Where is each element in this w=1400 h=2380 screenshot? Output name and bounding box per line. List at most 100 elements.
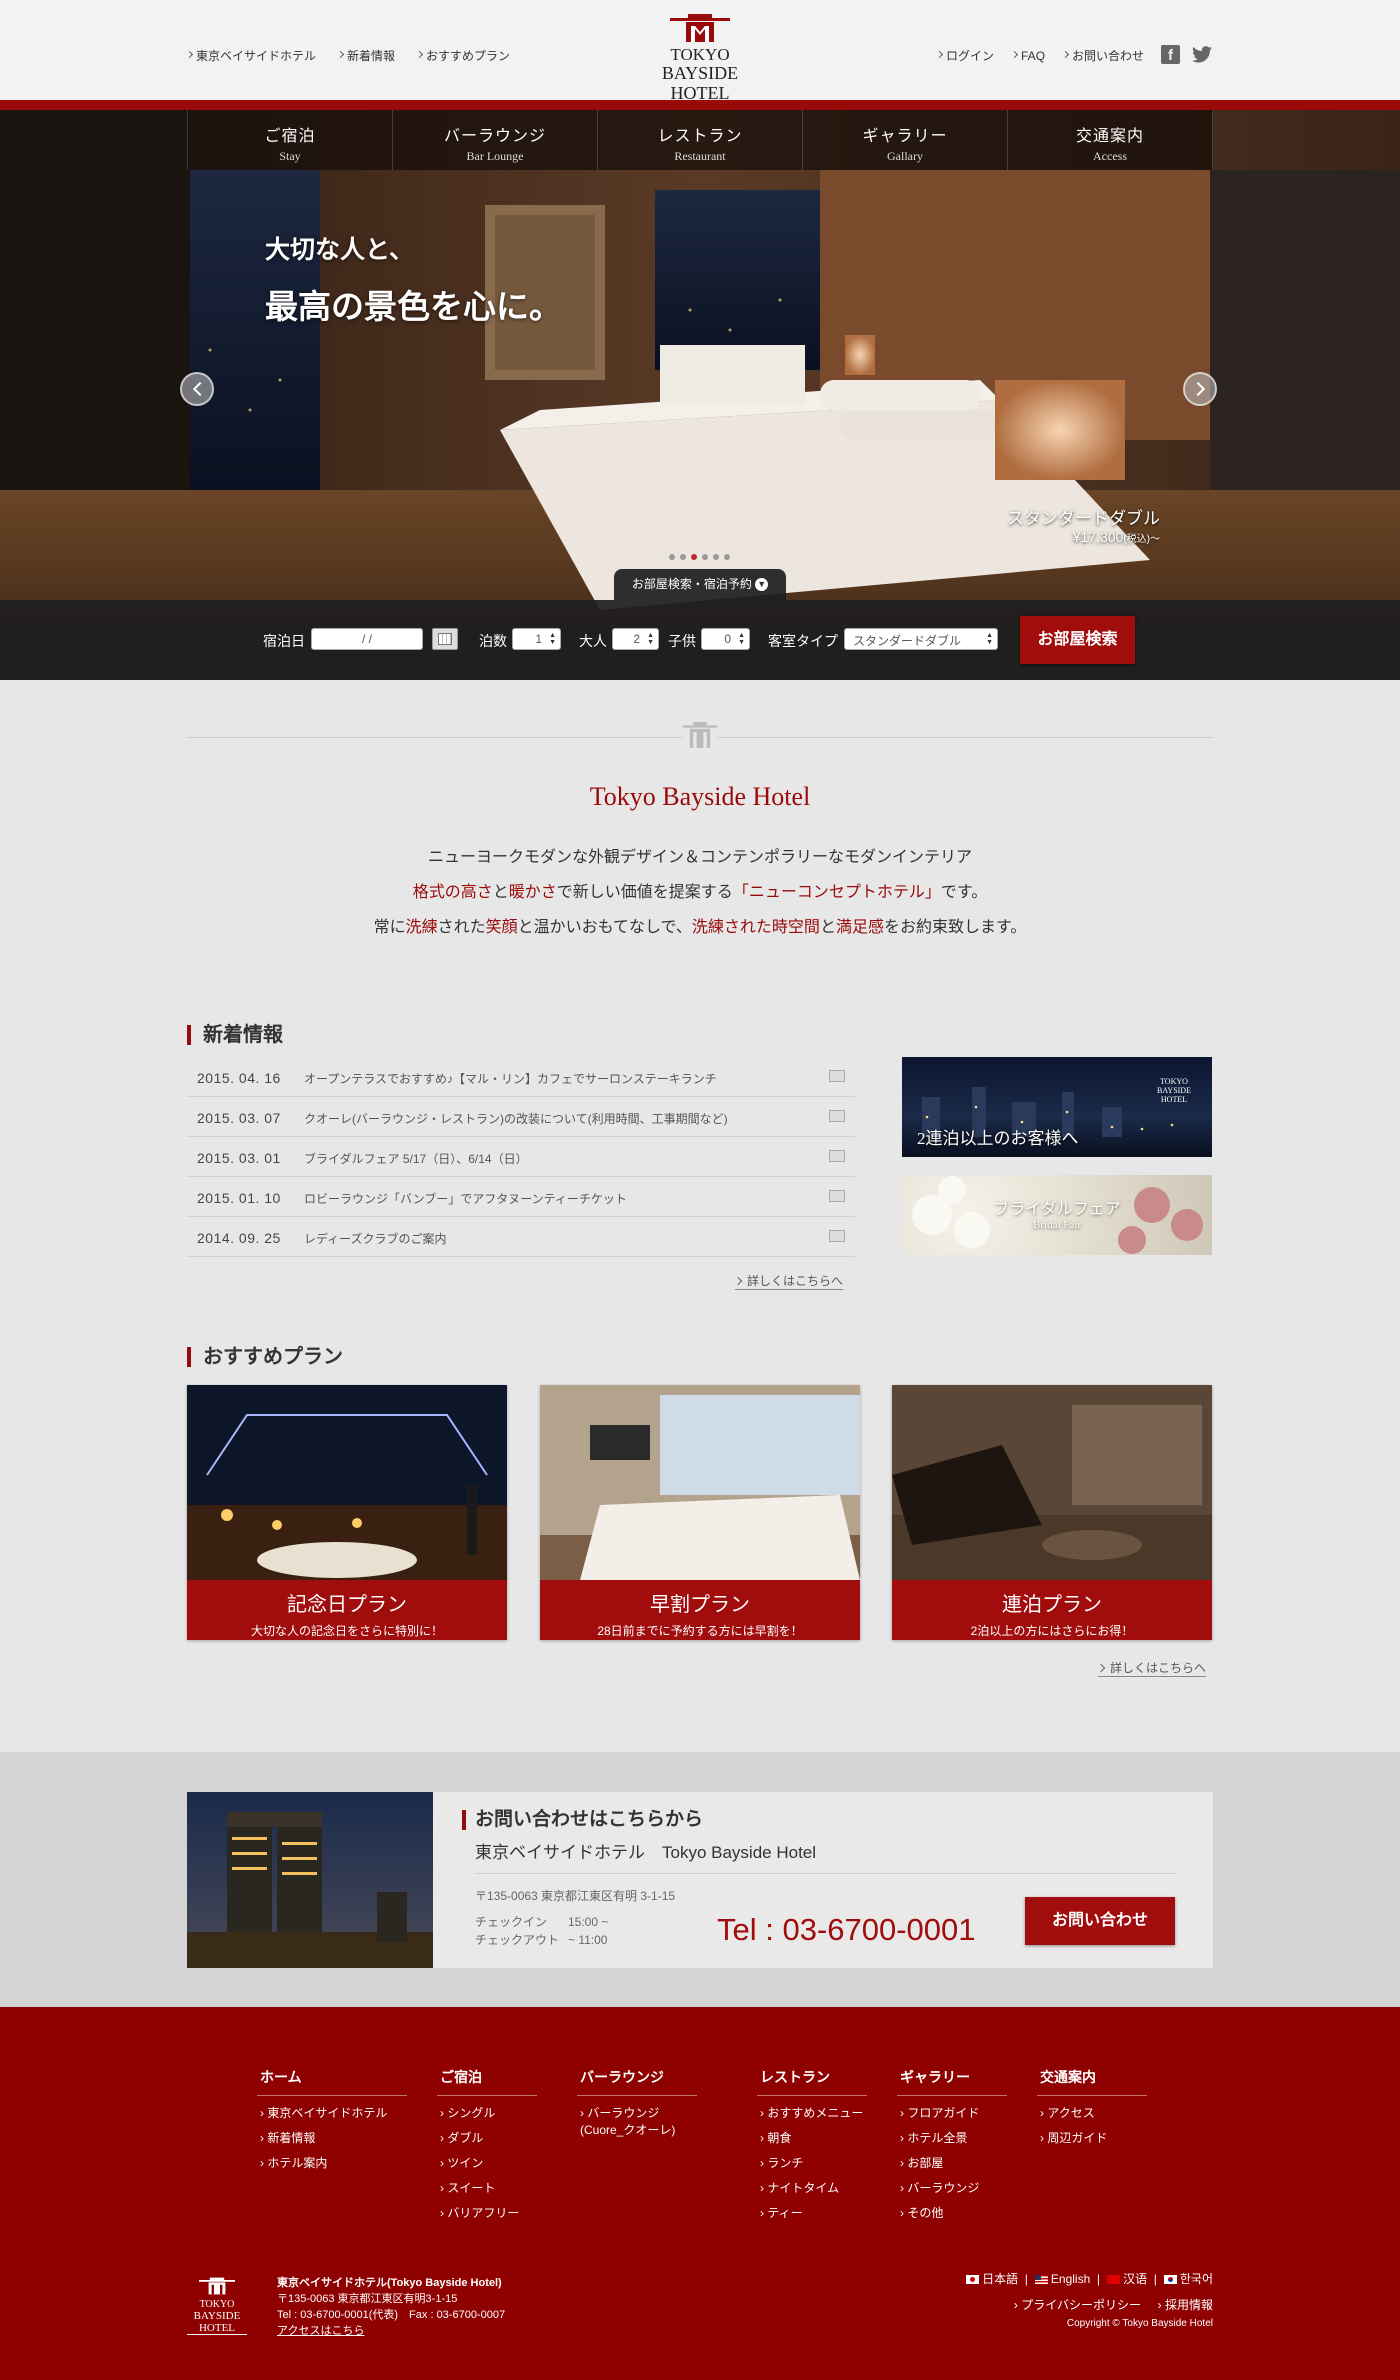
footer-col-heading[interactable]: ギャラリー [897, 2067, 1007, 2096]
footer-link[interactable]: その他 [897, 2204, 1007, 2221]
contact-phone[interactable]: Tel : 03-6700-0001 [717, 1912, 976, 1948]
footer-link[interactable]: バリアフリー [437, 2204, 537, 2221]
gnav-stay[interactable]: ご宿泊 Stay [187, 110, 392, 170]
footer-link[interactable]: 朝食 [757, 2129, 867, 2146]
lang-en[interactable]: English [1034, 2272, 1090, 2286]
gnav-gallery[interactable]: ギャラリー Gallary [802, 110, 1007, 170]
footer-link[interactable]: シングル [437, 2104, 537, 2121]
footer-col-heading[interactable]: 交通案内 [1037, 2067, 1147, 2096]
footer-link[interactable]: ホテル全景 [897, 2129, 1007, 2146]
slider-dot[interactable] [724, 554, 730, 560]
slider-dot[interactable] [713, 554, 719, 560]
adult-value: 2 [633, 632, 640, 646]
footer-col-heading[interactable]: レストラン [757, 2067, 867, 2096]
room-type-select[interactable]: スタンダードダブル ▲ ▼ [844, 628, 998, 650]
long-stay-plan-image [892, 1385, 1212, 1580]
footer-col-heading[interactable]: ホーム [257, 2067, 407, 2096]
plan-card-early-bird[interactable]: 早割プラン 28日前までに予約する方には早割を！ [540, 1385, 860, 1640]
gnav-bar-lounge[interactable]: バーラウンジ Bar Lounge [392, 110, 597, 170]
gnav-restaurant[interactable]: レストラン Restaurant [597, 110, 802, 170]
news-item[interactable]: 2014. 09. 25 レディーズクラブのご案内 [187, 1217, 855, 1257]
footer-link[interactable]: スイート [437, 2179, 537, 2196]
checkout-time: ~ 11:00 [568, 1933, 608, 1947]
nights-value: 1 [535, 632, 542, 646]
stepper-icon: ▲ ▼ [986, 632, 993, 646]
footer-link[interactable]: バーラウンジ [897, 2179, 1007, 2196]
footer-link[interactable]: 東京ベイサイドホテル [257, 2104, 407, 2121]
facebook-icon[interactable]: f [1161, 45, 1180, 64]
child-select[interactable]: 0 ▲ ▼ [701, 628, 750, 650]
search-tab[interactable]: お部屋検索・宿泊予約 ▼ [614, 569, 786, 600]
bridal-fair-banner[interactable]: ブライダルフェア Bridal Fair [902, 1175, 1212, 1255]
header-link-hotel[interactable]: 東京ベイサイドホテル [185, 47, 316, 64]
adult-select[interactable]: 2 ▲ ▼ [612, 628, 659, 650]
room-type-value: スタンダードダブル [853, 634, 962, 648]
slider-prev-button[interactable] [180, 372, 214, 406]
header-accent-bar [0, 100, 1400, 110]
footer-link[interactable]: ランチ [757, 2154, 867, 2171]
faq-link[interactable]: FAQ [1010, 47, 1045, 64]
room-search-button[interactable]: お部屋検索 [1020, 616, 1135, 664]
window-icon [829, 1150, 845, 1162]
lang-ja[interactable]: 日本語 [965, 2272, 1018, 2286]
copyright: Copyright © Tokyo Bayside Hotel [1066, 2318, 1213, 2329]
calendar-icon[interactable] [432, 628, 458, 650]
news-item[interactable]: 2015. 03. 01 ブライダルフェア 5/17（日）、6/14（日） [187, 1137, 855, 1177]
slider-dot[interactable] [691, 554, 697, 560]
contact-button[interactable]: お問い合わせ [1025, 1897, 1175, 1945]
site-header: 東京ベイサイドホテル 新着情報 おすすめプラン TOKYO BAYSIDE HO… [0, 0, 1400, 107]
news-more-link[interactable]: 詳しくはこちらへ [733, 1272, 844, 1290]
header-link-plans[interactable]: おすすめプラン [415, 47, 510, 64]
gnav-access[interactable]: 交通案内 Access [1007, 110, 1213, 170]
lang-ko[interactable]: 한국어 [1163, 2272, 1213, 2286]
long-stay-banner[interactable]: TOKYO BAYSIDE HOTEL 2連泊以上のお客様へ [902, 1057, 1212, 1157]
footer-link[interactable]: 新着情報 [257, 2129, 407, 2146]
footer-logo[interactable]: TOKYO BAYSIDE HOTEL [187, 2277, 247, 2335]
footer-link[interactable]: お部屋 [897, 2154, 1007, 2171]
footer-link[interactable]: バーラウンジ (Cuore_クオーレ) [577, 2104, 697, 2138]
footer-col-heading[interactable]: バーラウンジ [577, 2067, 697, 2096]
gnav-label-ja: 交通案内 [1075, 128, 1144, 145]
footer-link[interactable]: 周辺ガイド [1037, 2129, 1147, 2146]
footer-link[interactable]: ナイトタイム [757, 2179, 867, 2196]
news-item[interactable]: 2015. 04. 16 オープンテラスでおすすめ♪【マル・リン】カフェでサーロン… [187, 1057, 855, 1097]
footer-col-heading[interactable]: ご宿泊 [437, 2067, 537, 2096]
footer-link[interactable]: フロアガイド [897, 2104, 1007, 2121]
footer-link[interactable]: アクセス [1037, 2104, 1147, 2121]
twitter-icon[interactable] [1192, 46, 1212, 63]
news-title: ブライダルフェア 5/17（日）、6/14（日） [304, 1152, 528, 1166]
login-link[interactable]: ログイン [935, 47, 994, 64]
footer-link[interactable]: おすすめメニュー [757, 2104, 867, 2121]
hero-room-name: スタンダードダブル [1007, 509, 1160, 528]
lang-zh[interactable]: 汉语 [1106, 2272, 1148, 2286]
footer-link[interactable]: ダブル [437, 2129, 537, 2146]
slider-dot[interactable] [669, 554, 675, 560]
contact-link[interactable]: お問い合わせ [1061, 47, 1144, 64]
plans-more-label: 詳しくはこちらへ [1110, 1661, 1207, 1675]
lang-label: 汉语 [1123, 2272, 1148, 2286]
header-link-news[interactable]: 新着情報 [336, 47, 395, 64]
news-item[interactable]: 2015. 03. 07 クオーレ(バーラウンジ・レストラン)の改装について(利用… [187, 1097, 855, 1137]
bridal-banner-text: ブライダルフェア Bridal Fair [902, 1195, 1212, 1231]
footer-link[interactable]: ツイン [437, 2154, 537, 2171]
privacy-policy-link[interactable]: › プライバシーポリシー [1014, 2298, 1141, 2312]
language-switcher: 日本語 | English | 汉语 | 한국어 [940, 2270, 1213, 2287]
plan-card-anniversary[interactable]: 記念日プラン 大切な人の記念日をさらに特別に！ [187, 1385, 507, 1640]
flag-jp-icon [965, 2275, 979, 2285]
slider-next-button[interactable] [1183, 372, 1217, 406]
plan-desc: 大切な人の記念日をさらに特別に！ [250, 1624, 443, 1638]
footer-link[interactable]: ホテル案内 [257, 2154, 407, 2171]
nights-select[interactable]: 1 ▲ ▼ [512, 628, 561, 650]
slider-dot[interactable] [702, 554, 708, 560]
footer-access-link[interactable]: アクセスはこちら [277, 2323, 505, 2339]
hotel-logo[interactable]: TOKYO BAYSIDE HOTEL [634, 14, 766, 107]
news-item[interactable]: 2015. 01. 10 ロビーラウンジ「バンブー」でアフタヌーンティーチケット [187, 1177, 855, 1217]
footer-col-bar-lounge: バーラウンジバーラウンジ (Cuore_クオーレ) [577, 2067, 697, 2146]
recruit-link[interactable]: › 採用情報 [1158, 2298, 1213, 2312]
plans-more-link[interactable]: 詳しくはこちらへ [1096, 1659, 1207, 1677]
slider-dot[interactable] [680, 554, 686, 560]
plan-card-long-stay[interactable]: 連泊プラン 2泊以上の方にはさらにお得！ [892, 1385, 1212, 1640]
date-input[interactable]: / / [311, 628, 423, 650]
footer-link[interactable]: ティー [757, 2204, 867, 2221]
gnav-label-en: Bar Lounge [466, 149, 524, 163]
